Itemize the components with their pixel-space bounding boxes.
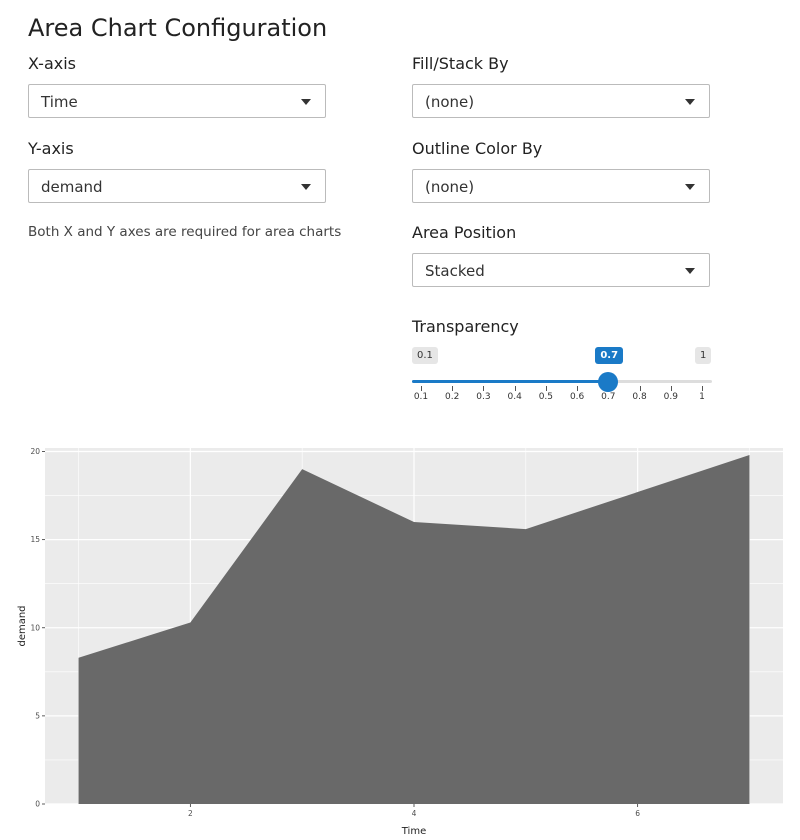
slider-tick [452,386,454,391]
slider-tick [545,386,547,391]
slider-handle[interactable] [598,372,619,392]
chevron-down-icon [301,99,311,105]
chevron-down-icon [685,184,695,190]
x-axis-select[interactable]: Time [28,84,326,118]
outline-by-select-value: (none) [425,178,475,196]
slider-tick [639,386,641,391]
area-chart: 0 5 10 15 20 2 4 6 Time demand [17,447,783,837]
y-axis-ticks: 0 5 10 15 20 [30,447,45,809]
slider-tick-label: 0.5 [538,392,554,402]
y-axis-select-value: demand [41,178,103,196]
slider-tick-label: 0.4 [507,392,522,402]
help-text: Both X and Y axes are required for area … [28,224,342,240]
transparency-label: Transparency [412,317,519,336]
chevron-down-icon [301,184,311,190]
slider-track-fill [412,380,609,383]
x-tick-label: 6 [635,809,640,818]
fill-by-select[interactable]: (none) [412,84,710,118]
position-select[interactable]: Stacked [412,253,710,287]
slider-tick [577,386,579,391]
slider-tick-label: 0.1 [413,392,429,402]
slider-value-badge: 0.7 [595,347,624,364]
slider-tick [514,386,516,391]
y-tick-label: 0 [35,800,40,809]
slider-tick [702,386,703,391]
fill-by-label: Fill/Stack By [412,54,509,73]
x-tick-label: 2 [188,809,193,818]
y-axis-title: demand [17,605,28,646]
y-tick-label: 5 [35,711,40,720]
slider-tick-label: 0.9 [663,392,678,402]
slider-tick-label: 0.3 [476,392,491,402]
y-tick-label: 15 [30,535,40,544]
x-axis-title: Time [401,826,426,837]
y-axis-select[interactable]: demand [28,169,326,203]
x-axis-select-value: Time [41,93,78,111]
position-select-value: Stacked [425,262,485,280]
y-tick-label: 20 [30,447,40,456]
x-tick-label: 4 [412,809,417,818]
slider-tick-label: 0.2 [445,392,460,402]
slider-min-badge: 0.1 [412,347,438,364]
slider-tick-label: 0.8 [632,392,647,402]
position-label: Area Position [412,223,517,242]
slider-track[interactable] [412,380,712,383]
slider-tick-label: 0.7 [601,392,616,402]
slider-tick-label: 1 [699,392,705,402]
slider-tick [670,386,672,391]
fill-by-select-value: (none) [425,93,475,111]
slider-max-badge: 1 [695,347,712,364]
chevron-down-icon [685,99,695,105]
slider-tick-label: 0.6 [569,392,585,402]
outline-by-select[interactable]: (none) [412,169,710,203]
y-tick-label: 10 [30,623,40,632]
slider-tick [483,386,485,391]
x-axis-ticks: 2 4 6 [188,804,640,818]
y-axis-label: Y-axis [28,139,74,158]
slider-tick [421,386,422,391]
outline-by-label: Outline Color By [412,139,543,158]
chevron-down-icon [685,268,695,274]
page-title: Area Chart Configuration [28,14,328,42]
x-axis-label: X-axis [28,54,76,73]
